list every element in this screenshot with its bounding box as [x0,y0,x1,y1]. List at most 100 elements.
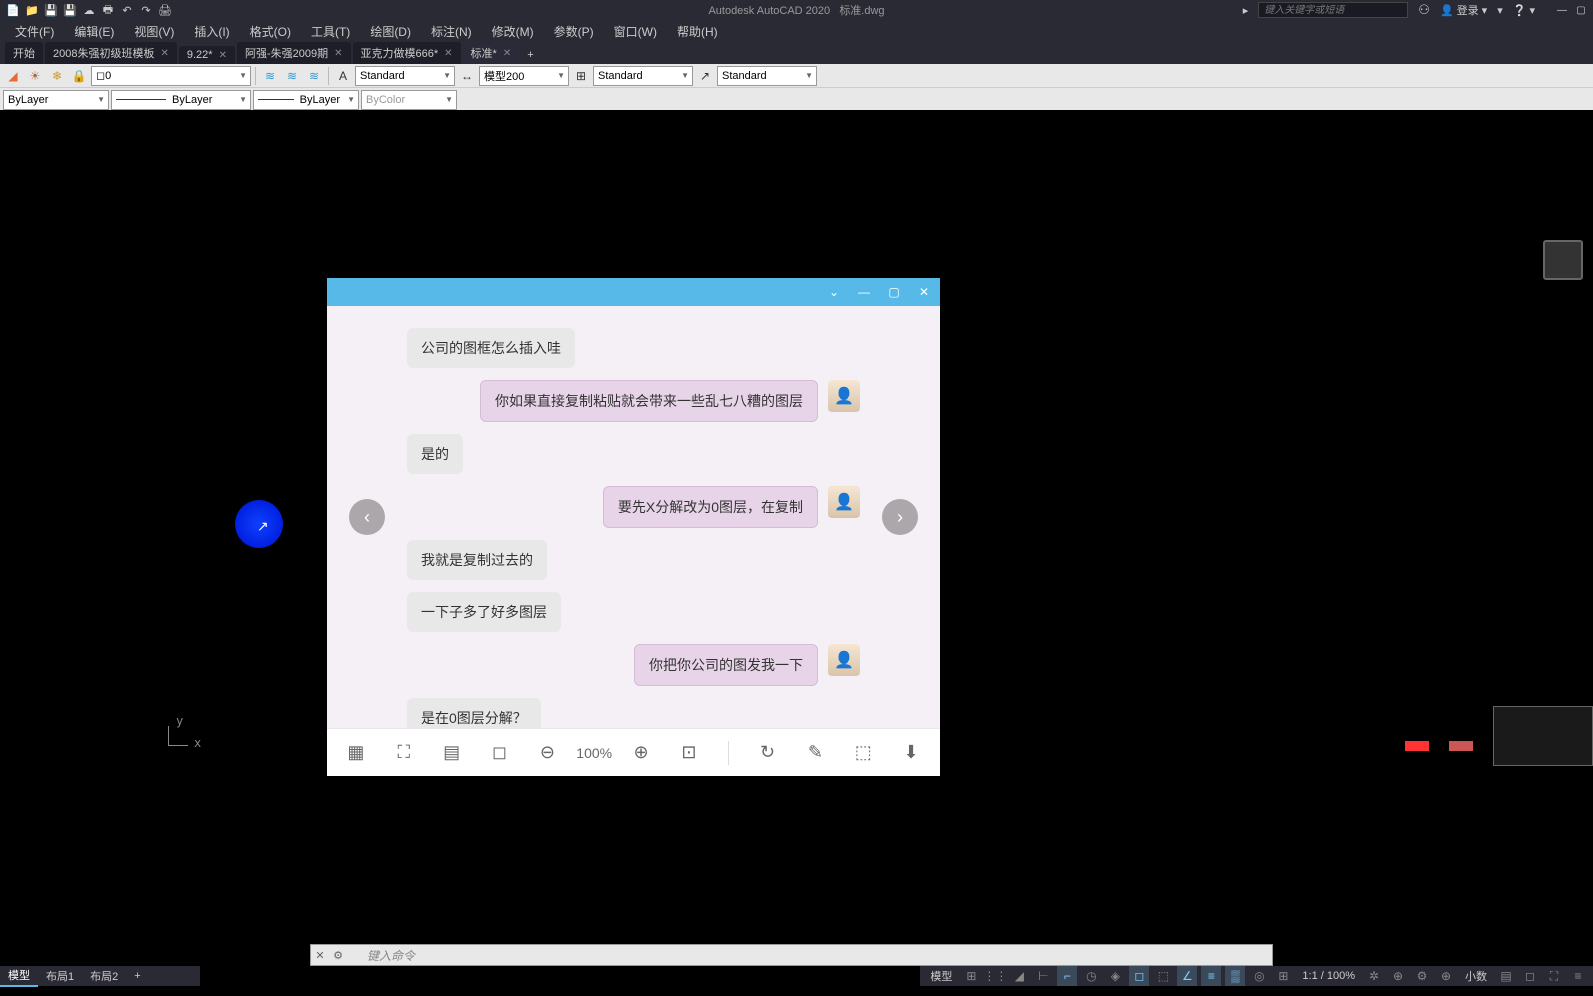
tab-start[interactable]: 开始 [5,42,43,64]
ocr-icon[interactable]: ▤ [443,741,461,765]
textstyle-selector[interactable]: Standard [355,66,455,86]
infer-icon[interactable]: ◢ [1009,966,1029,986]
anno-vis-icon[interactable]: ⊕ [1388,966,1408,986]
lineweight-icon[interactable]: ≡ [1201,966,1221,986]
anno-scale-icon[interactable]: ✲ [1364,966,1384,986]
transparency-icon[interactable]: ▒ [1225,966,1245,986]
redo-icon[interactable]: ↷ [138,2,154,18]
command-line[interactable]: ✕ ⚙ 键入命令 [310,944,1273,966]
layer-states-icon[interactable]: ☀ [25,66,45,86]
zoom-in-icon[interactable]: ⊕ [632,741,650,765]
menu-draw[interactable]: 绘图(D) [360,20,421,43]
tab-close-icon[interactable]: ✕ [160,48,168,59]
model-tab[interactable]: 模型 [0,965,38,987]
chat-maximize-icon[interactable]: ▢ [886,284,902,300]
tablestyle-selector[interactable]: Standard [593,66,693,86]
annotation-icon[interactable]: ⊞ [1273,966,1293,986]
nav-thumbnail[interactable] [1493,706,1593,766]
linetype-selector[interactable]: ByLayer [111,90,251,110]
menu-window[interactable]: 窗口(W) [604,20,667,43]
menu-dimension[interactable]: 标注(N) [421,20,482,43]
actual-size-icon[interactable]: ⊡ [680,741,698,765]
chat-body[interactable]: ‹ › 公司的图框怎么插入哇 你如果直接复制粘贴就会带来一些乱七八糟的图层👤 是… [327,306,940,728]
quickprops-icon[interactable]: ▤ [1496,966,1516,986]
lockui-icon[interactable]: ◻ [1520,966,1540,986]
menu-format[interactable]: 格式(O) [240,20,301,43]
grid-view-icon[interactable]: ▦ [347,741,365,765]
layout2-tab[interactable]: 布局2 [82,966,126,986]
chat-collapse-icon[interactable]: ⌄ [826,284,842,300]
minimize-icon[interactable]: — [1555,3,1569,17]
layer-freeze-icon[interactable]: ❄ [47,66,67,86]
tab-close-icon[interactable]: ✕ [219,50,227,61]
command-input[interactable]: 键入命令 [347,947,1272,964]
add-layout-button[interactable]: + [126,968,148,984]
tab-add-button[interactable]: + [521,46,539,64]
plotstyle-selector[interactable]: ByColor [361,90,457,110]
otrack-icon[interactable]: ∠ [1177,966,1197,986]
cmd-config-icon[interactable]: ⚙ [329,946,347,964]
search-input[interactable] [1258,2,1408,18]
menu-insert[interactable]: 插入(I) [184,20,239,43]
crop-icon[interactable]: ⬚ [854,741,872,765]
tab-doc-4[interactable]: 亚克力做模666*✕ [353,42,461,64]
drawing-canvas[interactable]: y x ⌄ — ▢ ✕ ‹ › 公司的图框怎么插入哇 你如果直接复制粘贴就会带来… [0,110,1593,946]
tablestyle-icon[interactable]: ⊞ [571,66,591,86]
layer-selector[interactable]: ◻ 0 [91,66,251,86]
menu-file[interactable]: 文件(F) [5,20,64,43]
plot-icon[interactable]: 🖶 [100,2,116,18]
mleaderstyle-icon[interactable]: ↗ [695,66,715,86]
undo-icon[interactable]: ↶ [119,2,135,18]
3dosnap-icon[interactable]: ⬚ [1153,966,1173,986]
tab-close-icon[interactable]: ✕ [503,48,511,59]
units-label[interactable]: 小数 [1460,968,1492,984]
fullscreen-icon[interactable]: ⛶ [395,741,413,765]
iso-icon[interactable]: ◈ [1105,966,1125,986]
layer-lock-icon[interactable]: 🔒 [69,66,89,86]
layer-props-icon[interactable]: ◢ [3,66,23,86]
open-icon[interactable]: 📁 [24,2,40,18]
rotate-icon[interactable]: ↻ [759,741,777,765]
menu-parametric[interactable]: 参数(P) [544,20,604,43]
dimstyle-icon[interactable]: ↔ [457,66,477,86]
tab-doc-1[interactable]: 2008朱强初级班模板✕ [45,42,177,64]
dynamic-icon[interactable]: ⊢ [1033,966,1053,986]
tab-doc-3[interactable]: 阿强-朱强2009期✕ [237,42,351,64]
layer-manager-icon[interactable]: ≋ [304,66,324,86]
new-icon[interactable]: 📄 [5,2,21,18]
menu-edit[interactable]: 编辑(E) [64,20,124,43]
saveas-icon[interactable]: 💾 [62,2,78,18]
download-icon[interactable]: ⬇ [902,741,920,765]
snap-icon[interactable]: ⋮⋮ [985,966,1005,986]
print-icon[interactable]: 🖨 [157,2,173,18]
layer-match-icon[interactable]: ≋ [260,66,280,86]
ortho-icon[interactable]: ⌐ [1057,966,1077,986]
cmd-close-icon[interactable]: ✕ [311,946,329,964]
zoom-out-icon[interactable]: ⊖ [538,741,556,765]
chat-close-icon[interactable]: ✕ [916,284,932,300]
tab-close-icon[interactable]: ✕ [334,48,342,59]
lineweight-selector[interactable]: ByLayer [253,90,359,110]
textstyle-icon[interactable]: A [333,66,353,86]
color-selector[interactable]: ByLayer [3,90,109,110]
app-store-icon[interactable]: ▾ [1497,4,1503,17]
chat-prev-button[interactable]: ‹ [349,499,385,535]
model-label[interactable]: 模型 [925,968,957,984]
menu-modify[interactable]: 修改(M) [482,20,544,43]
mleaderstyle-selector[interactable]: Standard [717,66,817,86]
menu-view[interactable]: 视图(V) [124,20,184,43]
help-icon[interactable]: ❔ ▾ [1513,4,1535,17]
web-icon[interactable]: ☁ [81,2,97,18]
chat-titlebar[interactable]: ⌄ — ▢ ✕ [327,278,940,306]
scale-label[interactable]: 1:1 / 100% [1297,970,1360,982]
cycling-icon[interactable]: ◎ [1249,966,1269,986]
login-button[interactable]: 👤 登录 ▾ [1440,2,1487,18]
chat-minimize-icon[interactable]: — [856,284,872,300]
menu-tools[interactable]: 工具(T) [301,20,360,43]
viewcube[interactable] [1543,240,1583,280]
customization-icon[interactable]: ≡ [1568,966,1588,986]
osnap-icon[interactable]: ◻ [1129,966,1149,986]
monitor-icon[interactable]: ⊕ [1436,966,1456,986]
edit-icon[interactable]: ✎ [806,741,824,765]
chat-next-button[interactable]: › [882,499,918,535]
